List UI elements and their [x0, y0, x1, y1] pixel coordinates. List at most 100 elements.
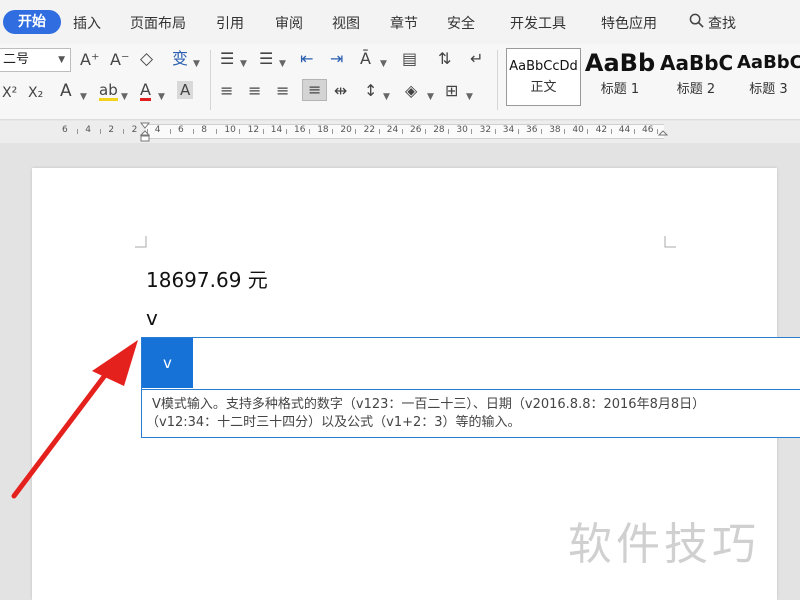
- text-effect-icon[interactable]: A: [60, 82, 72, 100]
- font-size-value: 二号: [3, 52, 30, 67]
- ribbon-separator: [497, 50, 498, 110]
- align-center-icon[interactable]: ≡: [248, 82, 261, 100]
- menu-tab-references[interactable]: 引用: [216, 13, 244, 33]
- chevron-down-icon[interactable]: ▼: [279, 55, 286, 73]
- style-heading-1[interactable]: AaBb 标题 1: [584, 48, 656, 106]
- eraser-icon[interactable]: ◇: [140, 50, 153, 68]
- chinese-layout-icon[interactable]: ▤: [402, 50, 417, 68]
- margin-corner-mark: [664, 236, 676, 248]
- chevron-down-icon[interactable]: ▼: [380, 55, 387, 73]
- search-label[interactable]: 查找: [708, 13, 736, 33]
- chevron-down-icon[interactable]: ▼: [427, 88, 434, 106]
- ruler-label: 38: [549, 125, 561, 135]
- popup-candidate[interactable]: v: [142, 338, 193, 388]
- chevron-down-icon[interactable]: ▼: [240, 55, 247, 73]
- menu-tab-security[interactable]: 安全: [447, 13, 475, 33]
- ruler-label: 32: [479, 125, 492, 135]
- chevron-down-icon[interactable]: ▼: [466, 88, 473, 106]
- style-normal[interactable]: AaBbCcDd 正文: [506, 48, 581, 106]
- ruler-label: 34: [502, 125, 515, 135]
- ruler-label: 22: [363, 125, 376, 135]
- align-left-icon[interactable]: ≡: [220, 82, 233, 100]
- chevron-down-icon[interactable]: ▼: [80, 88, 87, 106]
- menu-bar: 开始 插入 页面布局 引用 审阅 视图 章节 安全 开发工具 特色应用 查找: [0, 0, 800, 44]
- style-sample: AaBbC: [660, 51, 732, 75]
- ruler-label: 6: [62, 125, 68, 135]
- ribbon-toolbar: 二号 ▼ A⁺ A⁻ ◇ 变 ▼ X² X₂ A ▼ ab ▼ A ▼ A ☰ …: [0, 44, 800, 120]
- chevron-down-icon[interactable]: ▼: [121, 88, 128, 106]
- superscript-icon[interactable]: X²: [2, 84, 17, 102]
- font-size-select[interactable]: 二号 ▼: [0, 48, 71, 72]
- justify-icon[interactable]: ≡: [302, 79, 328, 101]
- ruler-label: 30: [456, 125, 468, 135]
- margin-corner-mark: [135, 236, 147, 248]
- ruler-label: 2: [108, 125, 115, 135]
- menu-tab-page-layout[interactable]: 页面布局: [130, 13, 186, 33]
- font-color-icon[interactable]: A: [140, 81, 151, 101]
- search-icon[interactable]: [689, 13, 704, 28]
- increase-indent-icon[interactable]: ⇥: [330, 50, 343, 68]
- text-direction-icon[interactable]: Ā: [360, 50, 371, 68]
- ruler-label: 10: [224, 125, 236, 135]
- numbered-list-icon[interactable]: ☰: [259, 50, 273, 68]
- menu-tab-developer[interactable]: 开发工具: [510, 13, 566, 33]
- ruler-tick: [517, 129, 519, 134]
- menu-tab-home[interactable]: 开始: [3, 10, 61, 34]
- ruler-label: 28: [433, 125, 445, 135]
- ruler-label: 18: [317, 125, 329, 135]
- char-shading-icon[interactable]: A: [177, 81, 194, 99]
- ruler-tick: [77, 129, 78, 134]
- decrease-font-icon[interactable]: A⁻: [110, 51, 129, 69]
- ruler-label: 14: [270, 125, 283, 135]
- sort-icon[interactable]: ⇅: [438, 50, 451, 68]
- bullet-list-icon[interactable]: ☰: [220, 50, 234, 68]
- shading-icon[interactable]: ◈: [405, 82, 417, 100]
- indent-marker-icon[interactable]: [140, 122, 150, 142]
- popup-hint-line: （v12:34：十二时三十四分）以及公式（v1+2：3）等的输入。: [146, 415, 521, 430]
- ruler-tick: [401, 129, 403, 134]
- style-name: 标题 2: [676, 82, 716, 97]
- ruler-label: 46: [642, 125, 654, 135]
- chevron-down-icon: ▼: [58, 55, 65, 65]
- ruler-tick: [448, 129, 450, 134]
- menu-tab-view[interactable]: 视图: [332, 13, 360, 33]
- style-name: 标题 3: [749, 82, 788, 97]
- style-heading-2[interactable]: AaBbC 标题 2: [660, 48, 732, 106]
- style-sample: AaBbCcDd: [509, 59, 578, 74]
- document-text-line[interactable]: 18697.69 元: [146, 264, 268, 293]
- popup-hint-line: V模式输入。支持多种格式的数字（v123：一百二十三）、日期（v2016.8.8…: [152, 397, 706, 412]
- subscript-icon[interactable]: X₂: [28, 84, 43, 102]
- ruler-label: 26: [410, 125, 422, 135]
- line-spacing-icon[interactable]: ↕: [364, 82, 377, 100]
- increase-font-icon[interactable]: A⁺: [80, 51, 99, 69]
- ruler-tick: [633, 129, 635, 134]
- horizontal-ruler[interactable]: 6 4 2 2 4 6 8 10 12 14 16 18 20 22 24 26 28 30 32 34 36 38 40 4…: [0, 121, 800, 143]
- chevron-down-icon[interactable]: ▼: [158, 88, 165, 106]
- menu-tab-chapter[interactable]: 章节: [390, 13, 418, 33]
- menu-tab-special[interactable]: 特色应用: [601, 13, 657, 33]
- style-heading-3[interactable]: AaBbC 标题 3: [737, 48, 800, 106]
- ruler-label: 36: [526, 125, 538, 135]
- decrease-indent-icon[interactable]: ⇤: [300, 50, 313, 68]
- ruler-tick: [100, 129, 102, 134]
- watermark: 软件技巧: [568, 519, 760, 570]
- ruler-label: 44: [618, 125, 631, 135]
- ruler-tick: [610, 129, 612, 134]
- ruler-tick: [587, 129, 589, 134]
- menu-tab-review[interactable]: 审阅: [275, 13, 303, 33]
- ruler-tick: [285, 129, 287, 134]
- border-icon[interactable]: ⊞: [445, 82, 458, 100]
- ruler-tick: [169, 129, 171, 134]
- ruler-label: 42: [595, 125, 608, 135]
- show-marks-icon[interactable]: ↵: [470, 50, 483, 68]
- distributed-icon[interactable]: ⇹: [334, 82, 347, 100]
- ruler-label: 40: [572, 125, 584, 135]
- chevron-down-icon[interactable]: ▼: [193, 55, 200, 73]
- chevron-down-icon[interactable]: ▼: [383, 88, 390, 106]
- right-indent-marker-icon[interactable]: [658, 122, 668, 142]
- phonetic-icon[interactable]: 变: [172, 50, 188, 68]
- menu-tab-insert[interactable]: 插入: [73, 13, 101, 33]
- document-text-line[interactable]: v: [146, 306, 158, 330]
- align-right-icon[interactable]: ≡: [276, 82, 289, 100]
- highlight-icon[interactable]: ab: [99, 82, 118, 101]
